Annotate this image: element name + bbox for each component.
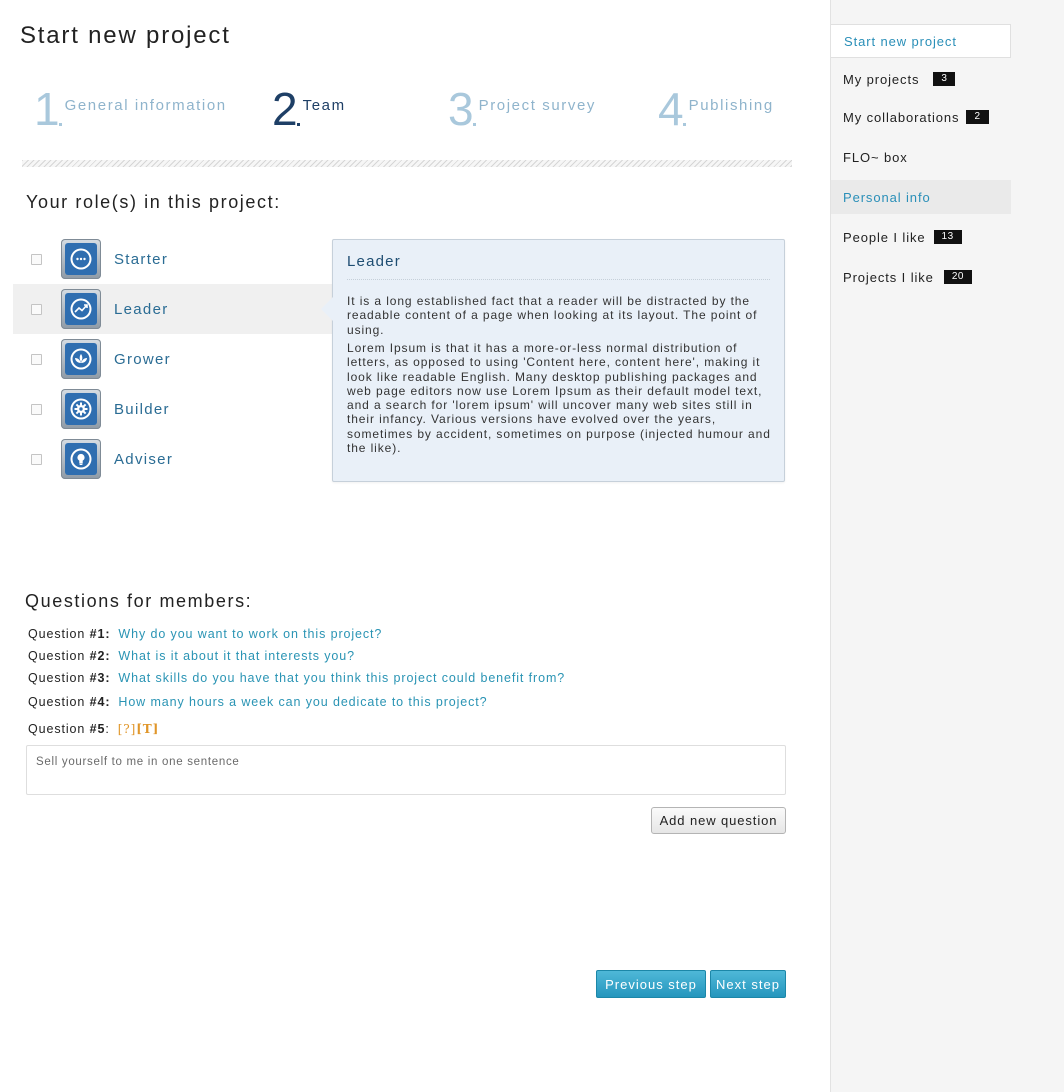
leaf-icon	[61, 339, 101, 379]
count-badge: 3	[933, 72, 956, 86]
role-row-grower[interactable]: Grower	[13, 334, 333, 384]
gear-icon	[61, 389, 101, 429]
role-label: Grower	[114, 350, 171, 368]
step-general-information[interactable]: 1 General information	[34, 84, 227, 134]
question-label: Question #2:	[28, 649, 111, 663]
roles-section-title: Your role(s) in this project:	[26, 192, 281, 212]
role-label: Starter	[114, 250, 169, 268]
question-text-link[interactable]: What is it about it that interests you?	[118, 649, 355, 663]
sidebar-item-people-i-like[interactable]: People I like 13	[831, 220, 1011, 254]
sidebar-item-label: People I like	[843, 229, 926, 245]
question-row: Question #2: What is it about it that in…	[28, 649, 355, 663]
step-indicator: 1 General information 2 Team 3 Project s…	[22, 84, 792, 164]
role-checkbox[interactable]	[31, 253, 42, 265]
role-label: Adviser	[114, 450, 174, 468]
sidebar: Start new project My projects 3 My colla…	[830, 0, 1064, 1092]
sidebar-item-my-collaborations[interactable]: My collaborations 2	[831, 100, 1011, 134]
chat-bubble-icon	[61, 239, 101, 279]
sidebar-item-label: My collaborations	[843, 109, 960, 125]
step-label: Team	[302, 97, 346, 114]
count-badge: 20	[943, 270, 972, 284]
question-row: Question #4: How many hours a week can y…	[28, 695, 488, 709]
sidebar-item-my-projects[interactable]: My projects 3	[831, 62, 1011, 96]
add-new-question-button[interactable]: Add new question	[651, 807, 786, 834]
question-text-link[interactable]: What skills do you have that you think t…	[118, 671, 565, 685]
question-row: Question #1: Why do you want to work on …	[28, 627, 382, 641]
help-tag-button[interactable]: [?]	[118, 722, 137, 736]
popover-title: Leader	[347, 253, 401, 270]
question-label: Question #3:	[28, 671, 111, 685]
count-badge: 2	[966, 110, 989, 124]
trend-chart-icon	[61, 289, 101, 329]
role-label: Builder	[114, 400, 170, 418]
sidebar-item-personal-info[interactable]: Personal info	[831, 180, 1011, 214]
lightbulb-icon	[61, 439, 101, 479]
page-title: Start new project	[20, 22, 231, 49]
text-tag-button[interactable]: [T]	[136, 722, 159, 736]
role-row-adviser[interactable]: Adviser	[13, 434, 333, 484]
sidebar-item-projects-i-like[interactable]: Projects I like 20	[831, 260, 1011, 294]
role-checkbox[interactable]	[31, 453, 42, 465]
step-project-survey[interactable]: 3 Project survey	[448, 84, 596, 134]
question-row: Question #3: What skills do you have tha…	[28, 671, 565, 685]
step-label: General information	[64, 97, 227, 114]
question-row-new: Question #5: [?][T]	[28, 722, 159, 736]
sidebar-item-label: Personal info	[843, 189, 931, 205]
question-label: Question #1:	[28, 627, 111, 641]
question-tools: [?][T]	[118, 722, 160, 736]
next-step-button[interactable]: Next step	[710, 970, 786, 998]
question-text-link[interactable]: How many hours a week can you dedicate t…	[118, 695, 487, 709]
role-checkbox[interactable]	[31, 303, 42, 315]
step-publishing[interactable]: 4 Publishing	[658, 84, 774, 134]
hatched-divider	[22, 160, 792, 167]
step-team[interactable]: 2 Team	[272, 84, 346, 134]
previous-step-button[interactable]: Previous step	[596, 970, 706, 998]
role-row-starter[interactable]: Starter	[13, 234, 333, 284]
role-row-builder[interactable]: Builder	[13, 384, 333, 434]
popover-paragraph: Lorem Ipsum is that it has a more-or-les…	[347, 341, 771, 456]
sidebar-item-start-new-project[interactable]: Start new project	[831, 24, 1011, 58]
role-row-leader[interactable]: Leader	[13, 284, 333, 334]
question-label: Question #4:	[28, 695, 111, 709]
new-question-input[interactable]	[26, 745, 786, 795]
step-number: 4	[658, 83, 686, 135]
questions-section-title: Questions for members:	[25, 591, 253, 611]
sidebar-item-label: Projects I like	[843, 269, 934, 285]
sidebar-item-label: Start new project	[844, 33, 957, 49]
role-checkbox[interactable]	[31, 353, 42, 365]
popover-divider	[347, 279, 770, 280]
step-label: Project survey	[478, 97, 597, 114]
step-number: 3	[448, 83, 476, 135]
step-label: Publishing	[688, 97, 774, 114]
step-number: 2	[272, 83, 300, 135]
sidebar-item-label: FLO~ box	[843, 149, 908, 165]
role-label: Leader	[114, 300, 169, 318]
sidebar-item-label: My projects	[843, 71, 920, 87]
question-text-link[interactable]: Why do you want to work on this project?	[118, 627, 382, 641]
popover-paragraph: It is a long established fact that a rea…	[347, 294, 758, 337]
role-description-popover: Leader It is a long established fact tha…	[321, 239, 785, 482]
count-badge: 13	[933, 230, 962, 244]
step-number: 1	[34, 83, 62, 135]
sidebar-item-flo-box[interactable]: FLO~ box	[831, 140, 1011, 174]
question-label: Question #5:	[28, 722, 110, 736]
role-checkbox[interactable]	[31, 403, 42, 415]
